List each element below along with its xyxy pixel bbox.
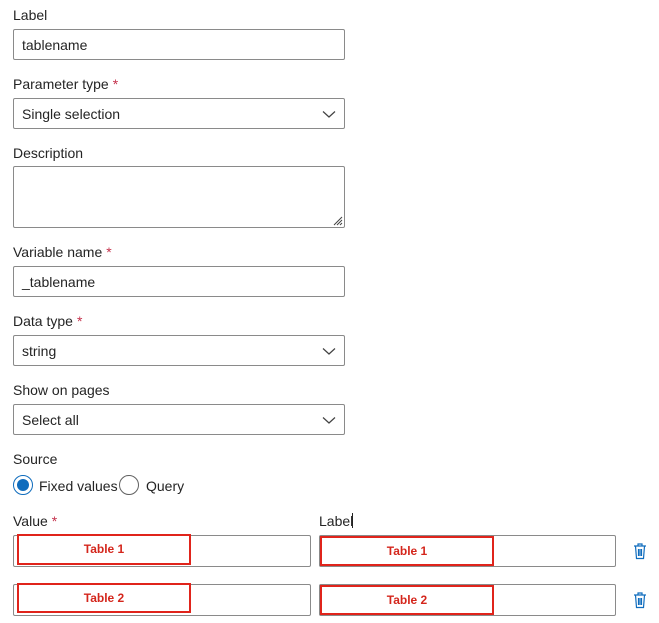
source-label: Source [13, 451, 58, 467]
parameter-type-value: Single selection [22, 106, 121, 122]
chevron-down-icon [322, 111, 336, 118]
label-input-value: tablename [22, 37, 88, 53]
trash-icon[interactable] [632, 591, 648, 609]
required-asterisk: * [76, 313, 83, 329]
label-input[interactable]: tablename [13, 29, 345, 60]
required-asterisk: * [51, 513, 58, 529]
trash-icon[interactable] [632, 542, 648, 560]
chevron-down-icon [322, 348, 336, 355]
variable-name-input[interactable]: _tablename [13, 266, 345, 297]
data-type-label: Data type * [13, 313, 82, 329]
radio-fixed-values-label[interactable]: Fixed values [39, 478, 118, 494]
chevron-down-icon [322, 417, 336, 424]
show-on-pages-value: Select all [22, 412, 79, 428]
label-cell-row-2: Table 2 [320, 585, 494, 615]
value-column-header-text: Value [13, 513, 48, 529]
value-column-header: Value * [13, 513, 57, 529]
variable-name-label: Variable name * [13, 244, 112, 260]
label-column-header: Label [319, 513, 354, 529]
value-cell-row-1: Table 1 [17, 534, 191, 565]
data-type-value: string [22, 343, 57, 359]
radio-selected-dot [17, 479, 29, 491]
label-field-label: Label [13, 7, 48, 23]
radio-fixed-values[interactable] [13, 475, 33, 495]
variable-name-value: _tablename [22, 274, 96, 290]
data-type-label-text: Data type [13, 313, 73, 329]
parameter-type-label-text: Parameter type [13, 76, 109, 92]
value-cell-row-2: Table 2 [17, 583, 191, 613]
required-asterisk: * [106, 244, 112, 260]
resize-grip-icon[interactable] [331, 214, 343, 226]
parameter-type-dropdown[interactable]: Single selection [13, 98, 345, 129]
data-type-dropdown[interactable]: string [13, 335, 345, 366]
radio-query-label[interactable]: Query [146, 478, 184, 494]
show-on-pages-label: Show on pages [13, 382, 110, 398]
description-label: Description [13, 145, 84, 161]
show-on-pages-dropdown[interactable]: Select all [13, 404, 345, 435]
description-textarea[interactable] [13, 166, 345, 228]
label-cell-row-1: Table 1 [320, 536, 494, 566]
variable-name-label-text: Variable name [13, 244, 103, 260]
text-cursor [352, 513, 353, 528]
parameter-type-label: Parameter type * [13, 76, 118, 92]
required-asterisk: * [112, 76, 119, 92]
radio-query[interactable] [119, 475, 139, 495]
